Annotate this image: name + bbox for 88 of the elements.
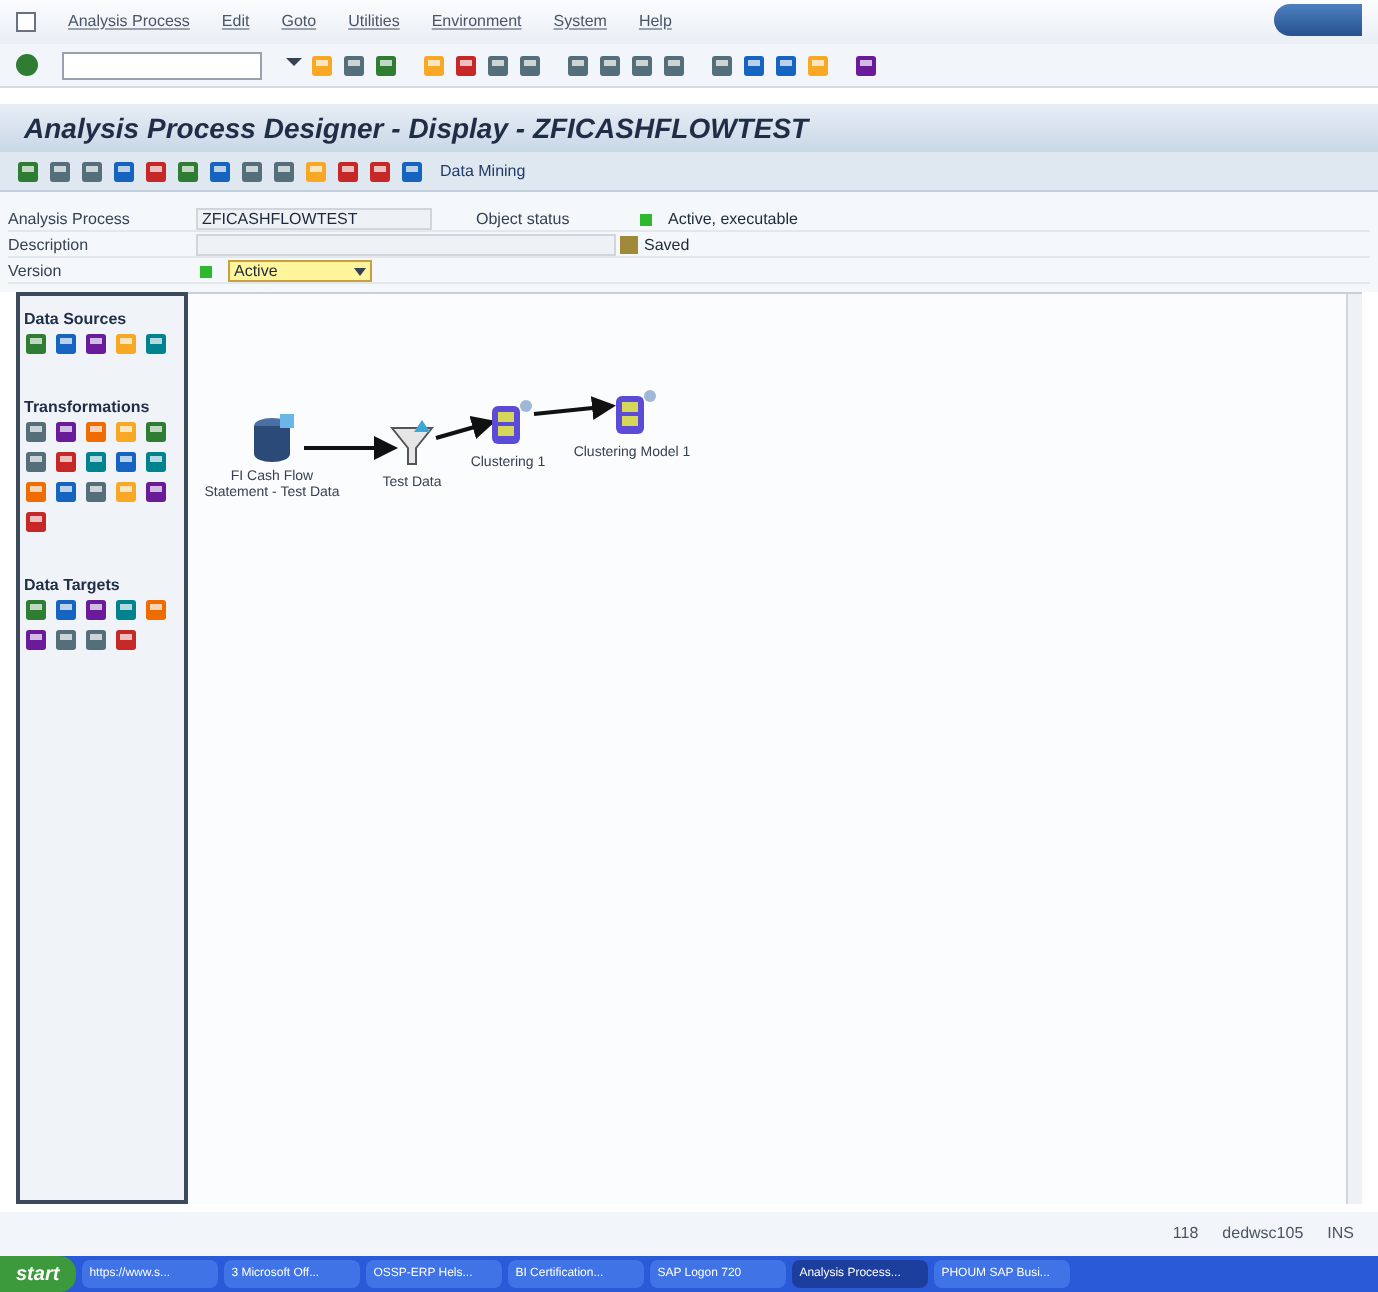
version-dropdown[interactable]: Active [228,260,372,282]
palette-item-icon[interactable] [84,480,108,504]
enter-icon[interactable] [16,54,38,76]
toolbar-icon[interactable] [630,53,654,77]
palette-heading: Data Targets [24,574,122,598]
status-light-icon [640,213,652,225]
palette-item-icon[interactable] [24,420,48,444]
toolbar-icon[interactable] [774,53,798,77]
palette-item-icon[interactable] [114,450,138,474]
palette-item-icon[interactable] [144,420,168,444]
toolbar-icon[interactable] [454,53,478,77]
menu-item[interactable]: Utilities [348,10,400,34]
palette-item-icon[interactable] [144,332,168,356]
menu-item[interactable]: System [553,10,607,34]
palette-item-icon[interactable] [24,628,48,652]
menu-item[interactable]: Goto [281,10,317,34]
connector-arrow [533,396,616,420]
window-menu-icon[interactable] [16,12,36,32]
palette-item-icon[interactable] [84,450,108,474]
session-number: 118 [1172,1222,1199,1246]
toolbar-icon[interactable] [16,159,40,183]
dropdown-icon[interactable] [354,267,366,275]
palette-item-icon[interactable] [84,598,108,622]
palette-item-icon[interactable] [54,420,78,444]
toolbar-icon[interactable] [742,53,766,77]
window-controls-icon[interactable] [1274,4,1362,36]
screen-title: Analysis Process Designer - Display - ZFICASHFLOWTEST [24,109,809,148]
funnel-icon[interactable] [388,420,436,468]
field-label: Description [8,233,91,257]
toolbar-icon[interactable] [336,159,360,183]
menu-item[interactable]: Help [638,10,672,34]
description-field[interactable] [196,234,616,256]
palette-item-icon[interactable] [54,480,78,504]
toolbar-icon[interactable] [80,159,104,183]
toolbar-icon[interactable] [112,159,136,183]
scroll-bar[interactable] [1346,294,1362,1204]
toolbar-icon[interactable] [710,53,734,77]
command-field[interactable] [62,51,262,79]
palette-item-icon[interactable] [84,332,108,356]
toolbar-icon[interactable] [144,159,168,183]
field-label: Version [8,259,64,283]
object-status-text: Active, executable [668,207,798,231]
toolbar-icon[interactable] [662,53,686,77]
toolbar-icon[interactable] [48,159,72,183]
toolbar-icon[interactable] [176,159,200,183]
palette-heading: Transformations [24,396,152,420]
start-button[interactable]: start [0,1256,76,1292]
menu-item[interactable]: Edit [221,10,250,34]
connector-arrow [304,436,398,460]
palette-item-icon[interactable] [114,598,138,622]
menu-item[interactable]: Analysis Process [68,10,190,34]
input-mode: INS [1327,1222,1354,1246]
toolbar-icon[interactable] [486,53,510,77]
status-light-icon [200,265,212,277]
palette-item-icon[interactable] [54,332,78,356]
palette-item-icon[interactable] [54,450,78,474]
database-icon[interactable] [248,414,296,462]
palette-item-icon[interactable] [54,598,78,622]
save-state-text: Saved [644,233,690,257]
toolbar-icon[interactable] [368,159,392,183]
connector-arrow [435,415,496,440]
toolbar-icon[interactable] [400,159,424,183]
toolbar-icon[interactable] [374,53,398,77]
toolbar-icon[interactable] [518,53,542,77]
palette-heading: Data Sources [24,308,129,332]
analysis-process-field[interactable]: ZFICASHFLOWTEST [196,208,432,230]
toolbar-icon[interactable] [208,159,232,183]
save-state-icon [620,236,638,254]
palette-item-icon[interactable] [24,332,48,356]
palette-item-icon[interactable] [144,450,168,474]
palette-item-icon[interactable] [54,628,78,652]
palette-item-icon[interactable] [84,628,108,652]
field-label: Analysis Process [8,207,132,231]
toolbar-icon[interactable] [240,159,264,183]
toolbar-icon[interactable] [342,53,366,77]
palette-item-icon[interactable] [114,628,138,652]
palette-item-icon[interactable] [144,480,168,504]
toolbar-icon[interactable] [272,159,296,183]
palette-item-icon[interactable] [24,450,48,474]
palette-item-icon[interactable] [24,598,48,622]
toolbar-icon[interactable] [598,53,622,77]
server-name: dedwsc105 [1222,1222,1304,1246]
toolbar-icon[interactable] [854,53,878,77]
field-label: Object status [476,207,572,231]
data-mining-button[interactable]: Data Mining [440,159,526,183]
toolbar-icon[interactable] [566,53,590,77]
menu-item[interactable]: Environment [431,10,522,34]
palette-item-icon[interactable] [24,510,48,534]
